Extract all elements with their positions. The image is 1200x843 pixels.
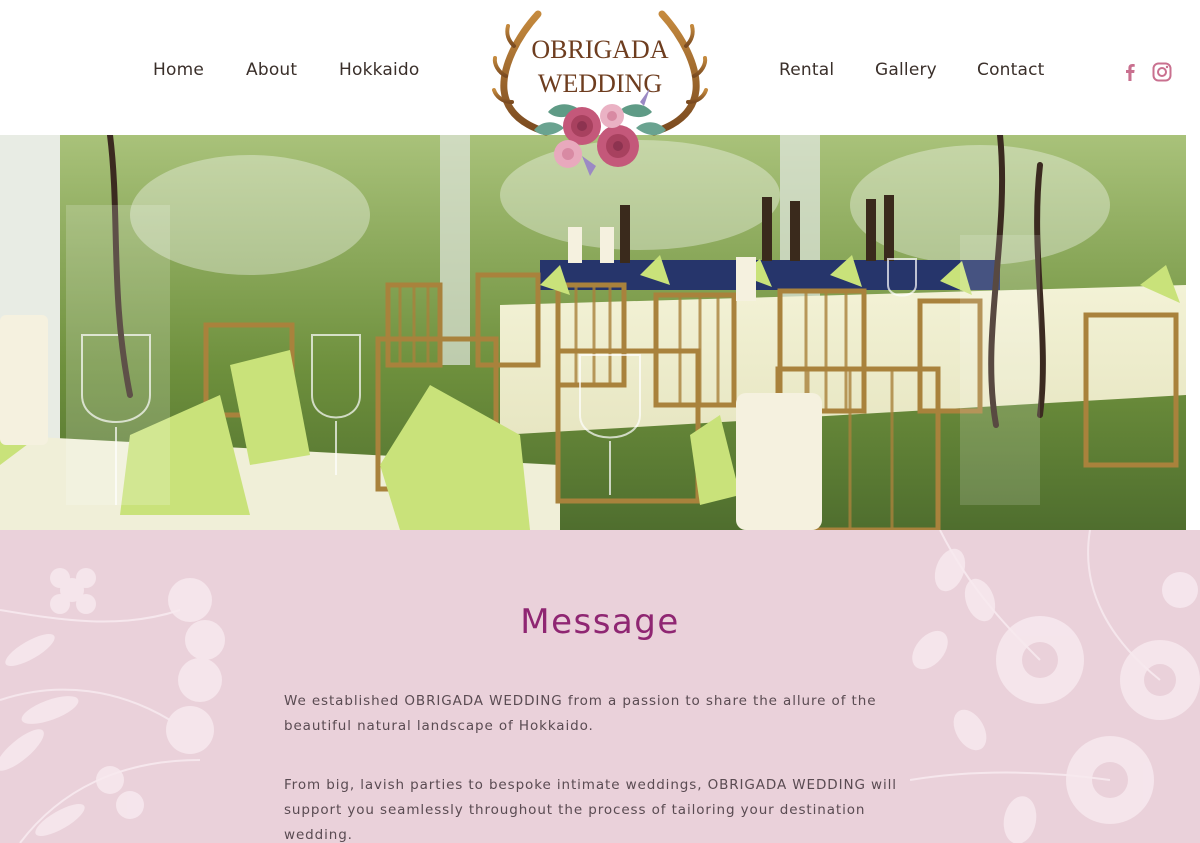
nav-about[interactable]: About xyxy=(246,60,297,80)
logo-line-1: OBRIGADA xyxy=(531,35,668,64)
nav-gallery[interactable]: Gallery xyxy=(875,60,937,80)
nav-rental[interactable]: Rental xyxy=(779,60,834,80)
logo-line-2: WEDDING xyxy=(538,69,662,98)
facebook-icon[interactable] xyxy=(1119,61,1141,83)
hero-image xyxy=(0,135,1186,530)
nav-home[interactable]: Home xyxy=(153,60,204,80)
nav-hokkaido[interactable]: Hokkaido xyxy=(339,60,420,80)
floral-left-icon xyxy=(0,568,225,843)
message-title: Message xyxy=(520,602,680,642)
site-logo[interactable]: OBRIGADA WEDDING xyxy=(490,6,710,186)
nav-contact[interactable]: Contact xyxy=(977,60,1045,80)
instagram-icon[interactable] xyxy=(1151,61,1173,83)
message-paragraph-2: From big, lavish parties to bespoke inti… xyxy=(284,777,897,843)
message-paragraph-1: We established OBRIGADA WEDDING from a p… xyxy=(284,693,877,734)
floral-right-icon xyxy=(910,530,1200,843)
scrollbar-track[interactable] xyxy=(1186,135,1200,530)
message-section: Message We established OBRIGADA WEDDING … xyxy=(0,530,1200,843)
